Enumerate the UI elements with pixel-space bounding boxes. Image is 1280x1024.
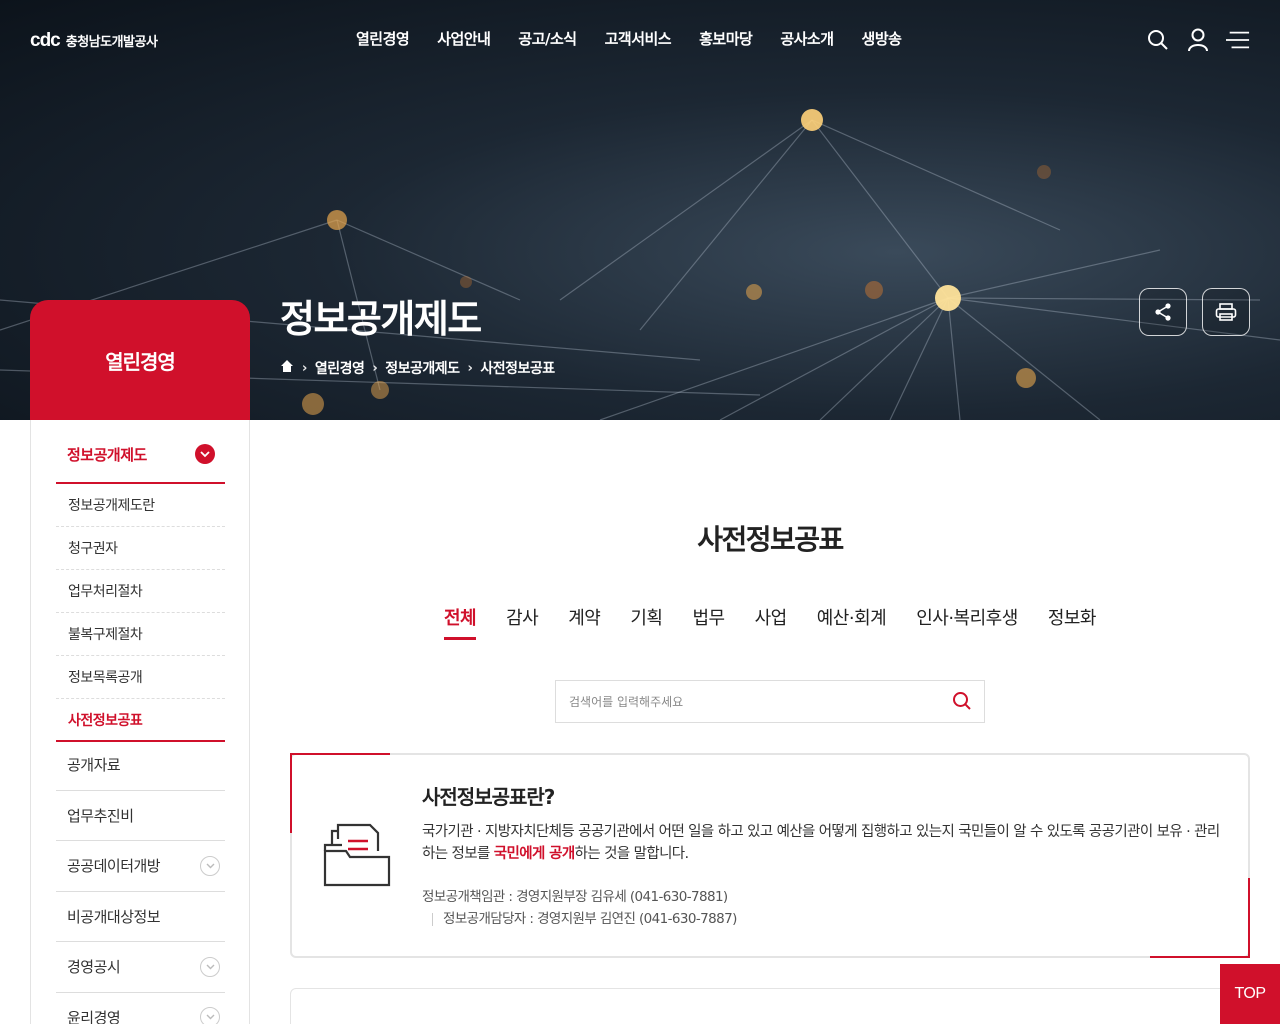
sidebar-subitem[interactable]: 정보공개제도란 [56, 484, 225, 527]
nav-item-customer-service[interactable]: 고객서비스 [591, 28, 686, 49]
sidebar-subitem[interactable]: 정보목록공개 [56, 656, 225, 699]
chevron-down-icon[interactable] [200, 956, 220, 977]
sidebar-subitem[interactable]: 업무처리절차 [56, 570, 225, 613]
breadcrumb: › 열린경영 › 정보공개제도 › 사전정보공표 [280, 358, 555, 378]
desc-highlight: 국민에게 공개 [493, 846, 575, 862]
tab-business[interactable]: 사업 [740, 604, 802, 636]
logo-mark: cdc [30, 30, 61, 51]
info-box: 사전정보공표란? 국가기관 · 지방자치단체등 공공기관에서 어떤 일을 하고 … [290, 753, 1250, 958]
chevron-down-icon[interactable] [200, 855, 220, 876]
tab-planning[interactable]: 기획 [615, 604, 677, 636]
tab-audit[interactable]: 감사 [491, 604, 553, 636]
sidebar-item[interactable]: 비공개대상정보 [56, 892, 225, 942]
folder-document-icon [322, 821, 392, 891]
sidebar-item-label: 업무추진비 [67, 806, 134, 825]
sidebar-item[interactable]: 윤리경영 [56, 993, 225, 1024]
share-icon [1155, 303, 1171, 321]
sidebar-subitem-active[interactable]: 사전정보공표 [56, 699, 225, 742]
sidebar-submenu: 정보공개제도란 청구권자 업무처리절차 불복구제절차 정보목록공개 사전정보공표 [56, 484, 225, 742]
print-icon [1215, 303, 1237, 321]
next-section-card [290, 988, 1250, 1024]
sidebar-item[interactable]: 공공데이터개방 [56, 841, 225, 892]
chevron-down-icon[interactable] [195, 444, 215, 464]
desc-text: 하는 것을 말합니다. [574, 846, 690, 862]
sidebar-item-label: 공개자료 [67, 756, 121, 775]
tab-legal[interactable]: 법무 [678, 604, 740, 636]
search-icon[interactable] [1146, 26, 1170, 54]
utility-icons [1146, 26, 1250, 54]
sidebar-subitem[interactable]: 불복구제절차 [56, 613, 225, 656]
sidebar-items: 공개자료 업무추진비 공공데이터개방 비공개대상정보 경영공시 윤리경영 [56, 740, 225, 1024]
nav-item-about[interactable]: 공사소개 [766, 28, 847, 49]
share-button[interactable] [1139, 288, 1187, 336]
nav-item-live[interactable]: 생방송 [848, 28, 916, 49]
user-icon[interactable] [1186, 26, 1210, 54]
breadcrumb-separator: › [372, 360, 378, 376]
category-tabs: 전체 감사 계약 기획 법무 사업 예산·회계 인사·복리후생 정보화 [290, 604, 1250, 640]
tab-hr[interactable]: 인사·복리후생 [901, 604, 1033, 636]
content-heading: 사전정보공표 [697, 523, 844, 556]
logo-name: 충청남도개발공사 [65, 35, 158, 50]
tab-label: 전체 [444, 608, 477, 640]
site-logo[interactable]: cdc 충청남도개발공사 [30, 30, 158, 52]
nav-item-business[interactable]: 사업안내 [423, 28, 504, 49]
nav-item-notices[interactable]: 공고/소식 [504, 28, 590, 49]
tab-it[interactable]: 정보화 [1033, 604, 1111, 636]
info-description: 국가기관 · 지방자치단체등 공공기관에서 어떤 일을 하고 있고 예산을 어떻… [422, 821, 1222, 865]
contact-officer: 정보공개책임관 : 경영지원부장 김유세 (041-630-7881) [422, 889, 728, 905]
nav-item-pr[interactable]: 홍보마당 [685, 28, 766, 49]
sidebar-group-info-disclosure[interactable]: 정보공개제도 [56, 444, 225, 484]
top-navigation-bar: cdc 충청남도개발공사 열린경영 사업안내 공고/소식 고객서비스 홍보마당 … [0, 0, 1280, 80]
sidebar-subitem[interactable]: 청구권자 [56, 527, 225, 570]
search-input[interactable] [569, 694, 939, 709]
breadcrumb-separator: › [467, 360, 473, 376]
tab-all[interactable]: 전체 [429, 604, 491, 640]
sidebar-item[interactable]: 공개자료 [56, 740, 225, 791]
breadcrumb-current[interactable]: 사전정보공표 [480, 358, 555, 378]
search-icon[interactable] [952, 691, 972, 715]
scroll-top-button[interactable]: TOP [1220, 964, 1280, 1024]
menu-icon[interactable] [1226, 26, 1250, 54]
print-button[interactable] [1202, 288, 1250, 336]
breadcrumb-item[interactable]: 정보공개제도 [385, 358, 460, 378]
sidebar-group-label: 정보공개제도 [67, 446, 147, 464]
breadcrumb-item[interactable]: 열린경영 [315, 358, 365, 378]
sidebar-title: 열린경영 [30, 300, 250, 420]
global-nav: 열린경영 사업안내 공고/소식 고객서비스 홍보마당 공사소개 생방송 [342, 28, 915, 49]
chevron-down-icon[interactable] [200, 1007, 220, 1024]
info-title: 사전정보공표란? [422, 785, 555, 809]
search-box [555, 680, 985, 723]
tab-budget[interactable]: 예산·회계 [802, 604, 901, 636]
sidebar-item[interactable]: 경영공시 [56, 942, 225, 993]
page-title: 정보공개제도 [280, 297, 482, 341]
sidebar-menu: 정보공개제도 정보공개제도란 청구권자 업무처리절차 불복구제절차 정보목록공개… [30, 420, 250, 1024]
nav-item-open-management[interactable]: 열린경영 [342, 28, 423, 49]
sidebar-item-label: 윤리경영 [67, 1008, 121, 1024]
contact-staff: 정보공개담당자 : 경영지원부 김연진 (041-630-7887) [432, 912, 737, 926]
sidebar-item-label: 공공데이터개방 [67, 857, 161, 876]
tab-contract[interactable]: 계약 [553, 604, 615, 636]
sidebar-item-label: 경영공시 [67, 958, 121, 977]
sidebar-item-label: 비공개대상정보 [67, 907, 161, 926]
breadcrumb-separator: › [302, 360, 307, 376]
sidebar-item[interactable]: 업무추진비 [56, 791, 225, 841]
home-icon[interactable] [280, 359, 294, 377]
